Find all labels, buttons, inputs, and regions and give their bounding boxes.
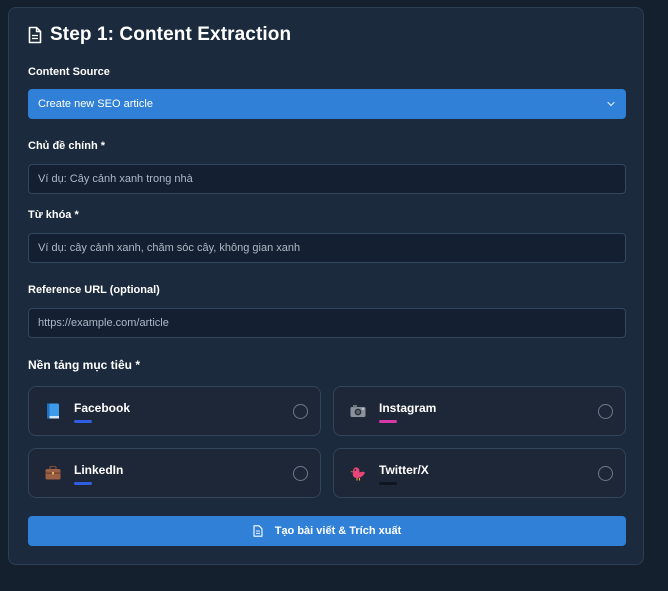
reference-url-label: Reference URL (optional) — [28, 284, 160, 296]
platform-color-bar — [379, 482, 397, 485]
platform-color-bar — [379, 420, 397, 423]
briefcase-icon — [45, 465, 61, 480]
chevron-down-icon — [607, 101, 615, 107]
document-icon — [253, 525, 263, 537]
platform-card-linkedin[interactable]: LinkedIn — [28, 448, 321, 498]
platform-color-bar — [74, 420, 92, 423]
platform-radio[interactable] — [598, 404, 613, 419]
platform-name: Instagram — [379, 401, 437, 415]
platform-radio[interactable] — [293, 466, 308, 481]
platform-card-instagram[interactable]: Instagram — [333, 386, 626, 436]
keywords-label: Từ khóa * — [28, 209, 79, 221]
platform-card-twitter-x[interactable]: Twitter/X — [333, 448, 626, 498]
create-and-extract-button[interactable]: Tạo bài viết & Trích xuất — [28, 516, 626, 546]
platform-radio[interactable] — [293, 404, 308, 419]
content-source-select[interactable]: Create new SEO article — [28, 89, 626, 119]
platform-radio[interactable] — [598, 466, 613, 481]
content-extraction-panel: Step 1: Content Extraction Content Sourc… — [8, 7, 644, 565]
step-header: Step 1: Content Extraction — [28, 24, 291, 46]
platform-name: Facebook — [74, 401, 131, 415]
create-and-extract-label: Tạo bài viết & Trích xuất — [274, 525, 402, 537]
document-icon — [28, 26, 42, 44]
bird-icon — [350, 467, 365, 481]
blue-book-icon — [47, 403, 59, 419]
content-source-value: Create new SEO article — [38, 98, 153, 110]
platform-card-facebook[interactable]: Facebook — [28, 386, 321, 436]
platform-name: Twitter/X — [379, 463, 429, 477]
keywords-input[interactable] — [28, 233, 626, 263]
camera-icon — [350, 405, 366, 417]
platform-color-bar — [74, 482, 92, 485]
reference-url-input[interactable] — [28, 308, 626, 338]
topic-input[interactable] — [28, 164, 626, 194]
target-platforms-title: Nền tảng mục tiêu * — [28, 358, 141, 372]
topic-label: Chủ đề chính * — [28, 140, 105, 152]
content-source-label: Content Source — [28, 66, 110, 78]
page-title: Step 1: Content Extraction — [50, 24, 292, 45]
platform-name: LinkedIn — [74, 463, 124, 477]
